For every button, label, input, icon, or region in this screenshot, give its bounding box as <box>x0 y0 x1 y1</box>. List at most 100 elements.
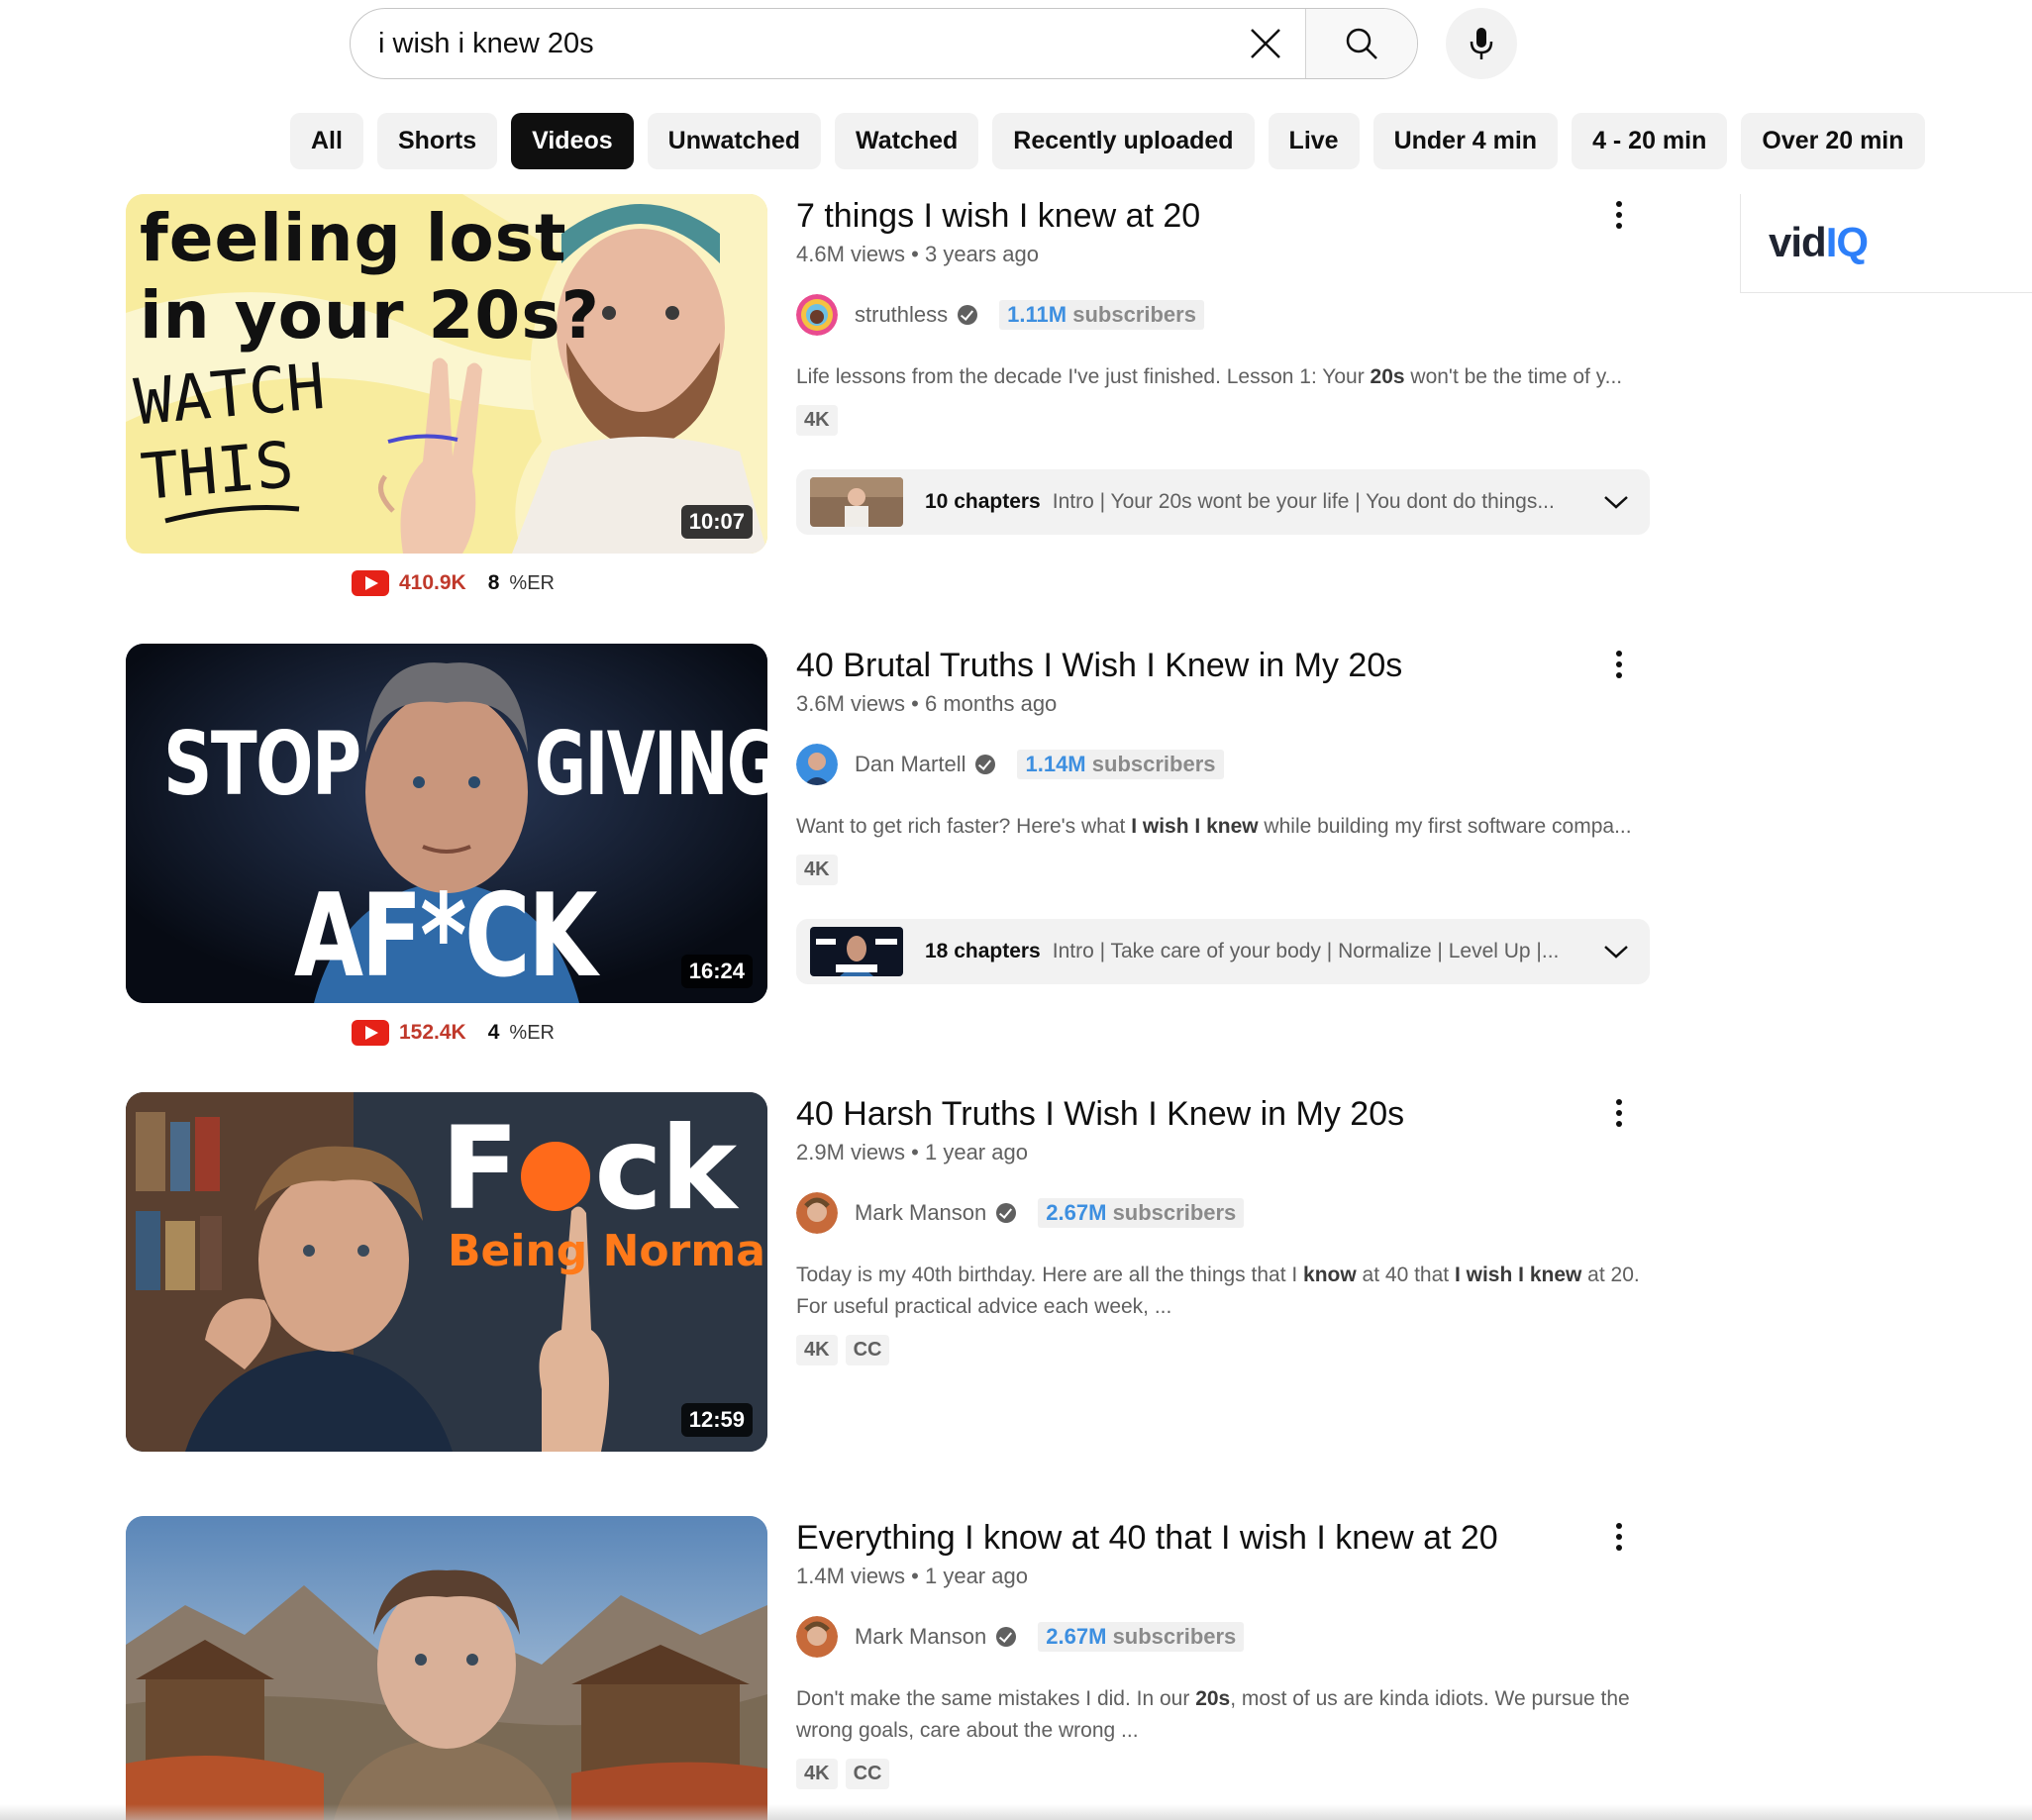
chapter-thumbnail <box>810 927 903 976</box>
more-actions-button[interactable] <box>1599 640 1639 689</box>
chip-shorts[interactable]: Shorts <box>376 113 498 169</box>
subscriber-number: 1.11M <box>1007 302 1067 327</box>
more-vert-icon-dot <box>1616 651 1622 657</box>
thumb-caption: feeling lost in your 20s? <box>140 200 600 354</box>
video-info: 40 Brutal Truths I Wish I Knew in My 20s… <box>796 644 1650 984</box>
search-button[interactable] <box>1305 9 1417 78</box>
desc-highlight: 20s <box>1370 365 1405 388</box>
avatar[interactable] <box>796 1192 838 1234</box>
desc-highlight: I wish I knew <box>1454 1264 1582 1286</box>
more-vert-icon-dot <box>1616 223 1622 229</box>
desc-part: Want to get rich faster? Here's what <box>796 815 1132 838</box>
search-box <box>350 8 1418 79</box>
splat-icon <box>521 1142 591 1212</box>
chapters-bar[interactable]: 10 chapters Intro | Your 20s wont be you… <box>796 469 1650 535</box>
desc-highlight: I wish I knew <box>1131 815 1259 838</box>
subscriber-count: 1.14M subscribers <box>1017 750 1224 779</box>
voice-search-button[interactable] <box>1446 8 1517 79</box>
chip-videos[interactable]: Videos <box>511 113 634 169</box>
stat-er-label: %ER <box>509 1021 555 1044</box>
video-meta: 2.9M views • 1 year ago <box>796 1140 1028 1164</box>
video-info: Everything I know at 40 that I wish I kn… <box>796 1516 1650 1789</box>
video-result: feeling lost in your 20s? WATCH THIS 10:… <box>126 194 1651 610</box>
badge-cc: CC <box>845 1759 890 1789</box>
subscriber-label: subscribers <box>1112 1200 1237 1225</box>
more-actions-button[interactable] <box>1599 1088 1639 1138</box>
more-actions-button[interactable] <box>1599 1512 1639 1562</box>
chip-under-4-min[interactable]: Under 4 min <box>1372 113 1559 169</box>
chip-watched[interactable]: Watched <box>835 113 979 169</box>
thumb-caption-line: Fck <box>441 1102 737 1236</box>
video-description: Today is my 40th birthday. Here are all … <box>796 1260 1648 1323</box>
video-title[interactable]: 7 things I wish I knew at 20 <box>796 194 1650 238</box>
badges: 4K CC <box>796 1759 1650 1789</box>
verified-check-icon <box>996 1627 1017 1647</box>
chapter-list: Intro | Take care of your body | Normali… <box>1052 940 1560 962</box>
more-actions-button[interactable] <box>1599 190 1639 240</box>
video-thumbnail[interactable]: feeling lost in your 20s? WATCH THIS 10:… <box>126 194 767 554</box>
badges: 4K CC <box>796 1335 1650 1365</box>
channel-name[interactable]: Mark Manson <box>855 1200 986 1226</box>
thumb-caption-line: feeling lost <box>140 200 567 276</box>
more-vert-icon-dot <box>1616 1110 1622 1116</box>
chip-unwatched[interactable]: Unwatched <box>647 113 822 169</box>
desc-part: Life lessons from the decade I've just f… <box>796 365 1371 388</box>
chip-recently-uploaded[interactable]: Recently uploaded <box>992 113 1255 169</box>
video-description: Life lessons from the decade I've just f… <box>796 361 1648 393</box>
avatar[interactable] <box>796 294 838 336</box>
chapter-list: Intro | Your 20s wont be your life | You… <box>1052 490 1555 513</box>
search-input[interactable] <box>351 9 1226 78</box>
stat-er-label: %ER <box>509 571 555 594</box>
chip-4-20-min[interactable]: 4 - 20 min <box>1572 113 1728 169</box>
video-result: STOP GIVING AF*CK 16:24 152.4K 4 %ER 40 … <box>126 644 1651 1060</box>
subscriber-label: subscribers <box>1112 1624 1237 1649</box>
expand-chapters-button[interactable] <box>1596 482 1636 522</box>
video-meta: 4.6M views • 3 years ago <box>796 242 1039 266</box>
view-count: 1.4M views <box>796 1564 906 1588</box>
vidiq-logo-text-b: IQ <box>1825 219 1869 265</box>
video-thumbnail[interactable]: Fck Being Normal 12:59 <box>126 1092 767 1452</box>
video-title[interactable]: 40 Harsh Truths I Wish I Knew in My 20s <box>796 1092 1650 1136</box>
verified-check-icon <box>996 1203 1017 1223</box>
avatar[interactable] <box>796 1616 838 1658</box>
chip-all[interactable]: All <box>290 113 363 169</box>
more-vert-icon-dot <box>1616 212 1622 218</box>
chapters-bar[interactable]: 18 chapters Intro | Take care of your bo… <box>796 919 1650 984</box>
thumb-caption-part: ck <box>594 1102 737 1236</box>
avatar[interactable] <box>796 744 838 785</box>
stat-er: 8 <box>487 571 500 594</box>
clear-search-button[interactable] <box>1226 9 1305 78</box>
thumb-caption-line: Being Normal <box>448 1226 767 1276</box>
scroll-shadow <box>0 1804 2032 1820</box>
channel-name[interactable]: struthless <box>855 302 948 328</box>
video-thumbnail[interactable]: STOP GIVING AF*CK 16:24 <box>126 644 767 1003</box>
subscriber-label: subscribers <box>1091 752 1216 776</box>
desc-part: won't be the time of y... <box>1404 365 1623 388</box>
thumbnail-art <box>126 1516 767 1820</box>
channel-name[interactable]: Dan Martell <box>855 752 965 777</box>
stat-views: 152.4K <box>399 1021 466 1044</box>
video-title[interactable]: 40 Brutal Truths I Wish I Knew in My 20s <box>796 644 1650 687</box>
chip-live[interactable]: Live <box>1268 113 1360 169</box>
upload-age: 6 months ago <box>924 691 1058 716</box>
chevron-down-icon <box>1604 946 1628 959</box>
upload-age: 3 years ago <box>924 242 1039 266</box>
expand-chapters-button[interactable] <box>1596 932 1636 971</box>
vidiq-stats: 410.9K 8 %ER <box>352 570 555 596</box>
vidiq-panel: vidIQ <box>1740 194 2032 293</box>
video-meta: 3.6M views • 6 months ago <box>796 691 1058 716</box>
verified-check-icon <box>975 755 996 774</box>
thumb-handwriting: WATCH THIS <box>132 350 335 516</box>
desc-highlight: 20s <box>1195 1687 1231 1710</box>
vidiq-logo[interactable]: vidIQ <box>1769 219 1869 266</box>
video-description: Don't make the same mistakes I did. In o… <box>796 1683 1648 1747</box>
video-thumbnail[interactable] <box>126 1516 767 1820</box>
subscriber-count: 1.11M subscribers <box>999 300 1204 330</box>
chevron-down-icon <box>1604 496 1628 509</box>
view-count: 3.6M views <box>796 691 906 716</box>
channel-name[interactable]: Mark Manson <box>855 1624 986 1650</box>
youtube-icon <box>352 570 389 596</box>
video-title[interactable]: Everything I know at 40 that I wish I kn… <box>796 1516 1650 1560</box>
chip-over-20-min[interactable]: Over 20 min <box>1741 113 1925 169</box>
vidiq-logo-text-a: vid <box>1769 219 1827 265</box>
